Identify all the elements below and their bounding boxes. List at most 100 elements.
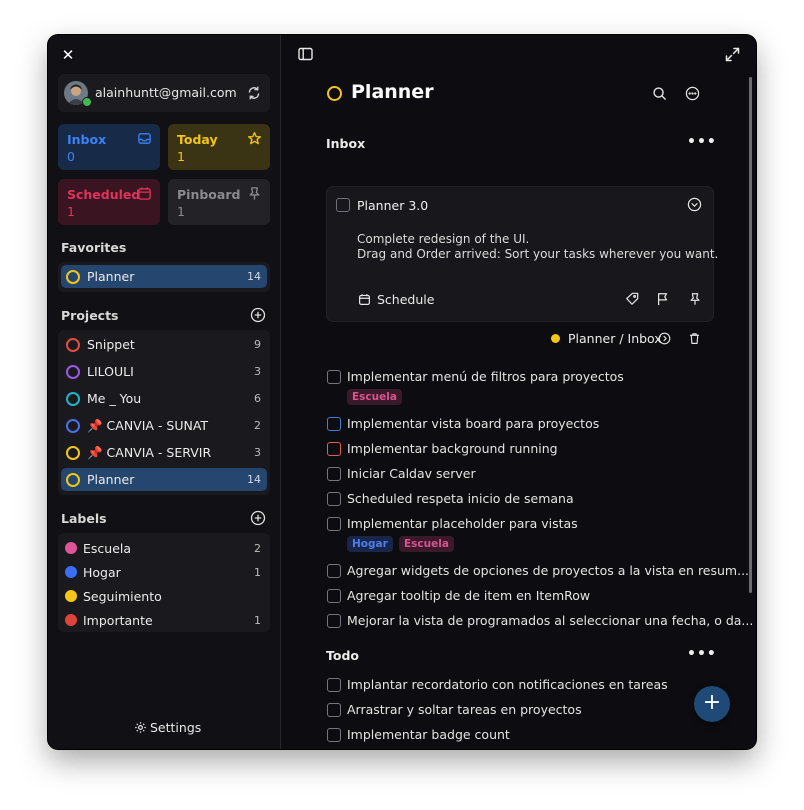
- pin-icon[interactable]: [688, 292, 702, 306]
- task-title[interactable]: Implementar vista board para proyectos: [347, 416, 599, 431]
- task-checkbox[interactable]: [327, 417, 341, 431]
- favorite-item-planner[interactable]: Planner 14: [61, 265, 267, 288]
- schedule-button[interactable]: Schedule: [377, 292, 434, 307]
- task-checkbox[interactable]: [327, 703, 341, 717]
- project-color-ring: [66, 270, 80, 284]
- close-icon[interactable]: ✕: [60, 47, 76, 63]
- settings-label: Settings: [150, 720, 202, 735]
- project-item-canvia-sunat[interactable]: 📌 CANVIA - SUNAT 2: [61, 414, 267, 437]
- collapse-icon[interactable]: [687, 197, 702, 212]
- project-item-count: 6: [254, 392, 261, 405]
- inbox-section-menu-icon[interactable]: •••: [687, 134, 717, 150]
- task-checkbox[interactable]: [327, 492, 341, 506]
- project-item-count: 9: [254, 338, 261, 351]
- calendar-icon: [358, 293, 371, 306]
- inbox-icon: [137, 131, 152, 146]
- label-item-count: 2: [254, 542, 261, 555]
- scrollbar[interactable]: [749, 77, 752, 593]
- task-title[interactable]: Implementar badge count: [347, 727, 510, 742]
- project-color-ring: [66, 473, 80, 487]
- add-task-button[interactable]: +: [694, 686, 730, 722]
- task-checkbox[interactable]: [336, 198, 350, 212]
- inbox-tile-count: 0: [67, 149, 75, 164]
- flag-icon[interactable]: [656, 292, 670, 306]
- star-icon: [247, 131, 262, 146]
- today-tile[interactable]: Today 1: [168, 124, 270, 170]
- project-item-label: Snippet: [87, 337, 135, 352]
- delete-icon[interactable]: [688, 332, 701, 345]
- task-checkbox[interactable]: [327, 442, 341, 456]
- label-item-count: 1: [254, 614, 261, 627]
- sync-icon[interactable]: [246, 85, 262, 101]
- project-color-ring: [66, 338, 80, 352]
- pinboard-tile[interactable]: Pinboard 1: [168, 179, 270, 225]
- label-item-hogar[interactable]: Hogar 1: [61, 561, 267, 584]
- task-checkbox[interactable]: [327, 728, 341, 742]
- scheduled-tile-label: Scheduled: [67, 187, 141, 202]
- task-checkbox[interactable]: [327, 517, 341, 531]
- sidebar-toggle-icon[interactable]: [298, 47, 313, 61]
- project-item-count: 14: [247, 473, 261, 486]
- task-title[interactable]: Iniciar Caldav server: [347, 466, 476, 481]
- tag-escuela[interactable]: Escuela: [399, 536, 454, 552]
- label-color-dot: [65, 566, 77, 578]
- task-title[interactable]: Planner 3.0: [357, 198, 428, 213]
- add-project-icon[interactable]: [250, 307, 266, 323]
- task-checkbox[interactable]: [327, 467, 341, 481]
- task-title[interactable]: Arrastrar y soltar tareas en proyectos: [347, 702, 582, 717]
- project-item-count: 2: [254, 419, 261, 432]
- task-description[interactable]: Complete redesign of the UI. Drag and Or…: [357, 232, 718, 262]
- project-item-lilouli[interactable]: LILOULI 3: [61, 360, 267, 383]
- chevron-right-icon[interactable]: [658, 332, 671, 345]
- task-checkbox[interactable]: [327, 589, 341, 603]
- task-title[interactable]: Agregar widgets de opciones de proyectos…: [347, 563, 749, 578]
- task-checkbox[interactable]: [327, 678, 341, 692]
- search-icon[interactable]: [652, 86, 667, 101]
- label-item-label: Hogar: [83, 565, 121, 580]
- today-tile-count: 1: [177, 149, 185, 164]
- project-item-me-you[interactable]: Me _ You 6: [61, 387, 267, 410]
- labels-list: Escuela 2 Hogar 1 Seguimiento Importante 1: [58, 533, 270, 632]
- inbox-tile-label: Inbox: [67, 132, 107, 147]
- todo-section-menu-icon[interactable]: •••: [687, 646, 717, 662]
- project-color-ring: [327, 86, 342, 101]
- project-item-count: 3: [254, 365, 261, 378]
- project-item-label: LILOULI: [87, 364, 134, 379]
- project-item-planner[interactable]: Planner 14: [61, 468, 267, 491]
- project-item-snippet[interactable]: Snippet 9: [61, 333, 267, 356]
- project-color-dot: [551, 334, 560, 343]
- task-checkbox[interactable]: [327, 564, 341, 578]
- task-title[interactable]: Agregar tooltip de de item en ItemRow: [347, 588, 590, 603]
- gear-icon: [135, 722, 146, 733]
- task-title[interactable]: Implementar background running: [347, 441, 558, 456]
- project-item-canvia-servir[interactable]: 📌 CANVIA - SERVIR 3: [61, 441, 267, 464]
- project-item-label: 📌 CANVIA - SERVIR: [87, 445, 212, 460]
- label-item-label: Importante: [83, 613, 153, 628]
- label-item-importante[interactable]: Importante 1: [61, 609, 267, 632]
- task-project-path[interactable]: Planner / Inbox: [568, 331, 662, 346]
- tag-hogar[interactable]: Hogar: [347, 536, 393, 552]
- scheduled-tile[interactable]: Scheduled 1: [58, 179, 160, 225]
- label-item-escuela[interactable]: Escuela 2: [61, 537, 267, 560]
- fullscreen-icon[interactable]: [725, 47, 740, 62]
- more-options-icon[interactable]: [685, 86, 700, 101]
- task-title[interactable]: Implantar recordatorio con notificacione…: [347, 677, 668, 692]
- task-checkbox[interactable]: [327, 370, 341, 384]
- task-checkbox[interactable]: [327, 614, 341, 628]
- tag-escuela[interactable]: Escuela: [347, 389, 402, 405]
- task-title[interactable]: Implementar menú de filtros para proyect…: [347, 369, 624, 384]
- project-item-label: 📌 CANVIA - SUNAT: [87, 418, 209, 433]
- task-title[interactable]: Mejorar la vista de programados al selec…: [347, 613, 753, 628]
- tag-icon[interactable]: [625, 292, 639, 306]
- label-item-seguimiento[interactable]: Seguimiento: [61, 585, 267, 608]
- task-title[interactable]: Implementar placeholder para vistas: [347, 516, 578, 531]
- inbox-tile[interactable]: Inbox 0: [58, 124, 160, 170]
- task-title[interactable]: Scheduled respeta inicio de semana: [347, 491, 574, 506]
- account-row[interactable]: alainhuntt@gmail.com: [58, 74, 270, 112]
- label-item-count: 1: [254, 566, 261, 579]
- add-label-icon[interactable]: [250, 510, 266, 526]
- project-color-ring: [66, 365, 80, 379]
- main-panel: Planner Inbox ••• Planner 3.0 Complete r…: [281, 35, 756, 749]
- scheduled-tile-count: 1: [67, 204, 75, 219]
- expanded-task-card[interactable]: Planner 3.0 Complete redesign of the UI.…: [326, 186, 718, 322]
